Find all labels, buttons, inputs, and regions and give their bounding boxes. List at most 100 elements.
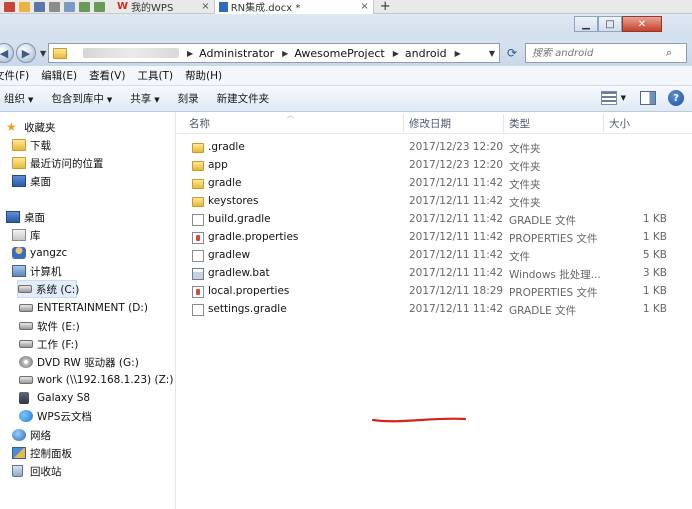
- tab-my-wps[interactable]: W 我的WPS ×: [113, 0, 214, 14]
- maximize-button[interactable]: □: [598, 16, 622, 32]
- file-name: gradlew: [208, 249, 251, 261]
- file-row[interactable]: app 2017/12/23 12:20 文件夹: [177, 157, 692, 175]
- nav-label: yangzc: [30, 247, 68, 259]
- nav-label: 回收站: [30, 465, 62, 478]
- file-row[interactable]: gradlew.bat 2017/12/11 11:42 Windows 批处理..…: [177, 265, 692, 283]
- nav-user[interactable]: yangzc: [12, 245, 67, 261]
- menu-help[interactable]: 帮助(H): [179, 68, 228, 83]
- undo-icon[interactable]: [79, 1, 90, 12]
- menu-file[interactable]: 文件(F): [0, 68, 35, 83]
- column-divider[interactable]: [403, 114, 404, 132]
- app-icon[interactable]: [4, 1, 15, 12]
- menu-view[interactable]: 查看(V): [83, 68, 131, 83]
- file-type: GRADLE 文件: [509, 305, 577, 317]
- menu-edit[interactable]: 编辑(E): [35, 68, 83, 83]
- file-row[interactable]: build.gradle 2017/12/11 11:42 GRADLE 文件 1 K…: [177, 211, 692, 229]
- nav-drive-d[interactable]: ENTERTAINMENT (D:): [19, 300, 148, 316]
- file-row[interactable]: gradle 2017/12/11 11:42 文件夹: [177, 175, 692, 193]
- address-bar[interactable]: ▶ Administrator ▶ AwesomeProject ▶ andro…: [48, 43, 500, 63]
- refresh-button[interactable]: ⟳: [503, 44, 521, 62]
- file-size: 1 KB: [642, 231, 667, 243]
- nav-recycle-bin[interactable]: 回收站: [12, 463, 62, 479]
- nav-recent-places[interactable]: 最近访问的位置: [12, 155, 104, 171]
- breadcrumb-item[interactable]: android: [405, 47, 447, 60]
- drive-icon: [18, 285, 32, 293]
- nav-label: 库: [30, 229, 41, 242]
- folder-icon: [53, 47, 67, 59]
- nav-libraries[interactable]: 库: [12, 227, 41, 243]
- search-input[interactable]: [526, 47, 666, 59]
- view-dropdown-icon[interactable]: ▼: [621, 94, 626, 102]
- file-row[interactable]: settings.gradle 2017/12/11 11:42 GRADLE 文件…: [177, 301, 692, 319]
- nav-computer[interactable]: 计算机: [12, 263, 62, 279]
- nav-favorites[interactable]: ★ 收藏夹: [6, 119, 56, 135]
- nav-drive-f[interactable]: 工作 (F:): [19, 336, 78, 352]
- chevron-right-icon[interactable]: ▶: [282, 49, 288, 58]
- breadcrumb-item[interactable]: Administrator: [199, 47, 274, 60]
- file-date: 2017/12/11 11:42: [409, 303, 504, 315]
- close-tab-icon[interactable]: ×: [360, 1, 368, 12]
- column-divider[interactable]: [603, 114, 604, 132]
- print-icon[interactable]: [49, 1, 60, 12]
- column-divider[interactable]: [503, 114, 504, 132]
- include-library-button[interactable]: 包含到库中 ▼: [51, 91, 112, 106]
- file-row[interactable]: local.properties 2017/12/11 18:29 PROPERTI…: [177, 283, 692, 301]
- minimize-button[interactable]: ▁: [574, 16, 598, 32]
- file-row[interactable]: gradle.properties 2017/12/11 11:42 PROPERT…: [177, 229, 692, 247]
- save-icon[interactable]: [34, 1, 45, 12]
- folder-open-icon[interactable]: [19, 1, 30, 12]
- column-header-size[interactable]: 大小: [609, 116, 630, 131]
- file-row[interactable]: gradlew 2017/12/11 11:42 文件 5 KB: [177, 247, 692, 265]
- nav-drive-g[interactable]: DVD RW 驱动器 (G:): [19, 354, 139, 370]
- nav-label: 工作 (F:): [37, 338, 79, 351]
- file-row[interactable]: keystores 2017/12/11 11:42 文件夹: [177, 193, 692, 211]
- file-row[interactable]: .gradle 2017/12/23 12:20 文件夹: [177, 139, 692, 157]
- close-tab-icon[interactable]: ×: [201, 1, 209, 12]
- nav-drive-c[interactable]: 系统 (C:): [17, 280, 80, 298]
- nav-wps-cloud[interactable]: WPS云文档: [19, 408, 92, 424]
- column-header-name[interactable]: 名称: [189, 116, 210, 131]
- nav-drive-z[interactable]: work (\\192.168.1.23) (Z:): [19, 372, 173, 388]
- computer-icon: [12, 265, 26, 277]
- breadcrumb: ▶ Administrator ▶ AwesomeProject ▶ andro…: [179, 47, 467, 60]
- new-tab-button[interactable]: +: [380, 0, 391, 14]
- downloads-folder-icon: [12, 139, 26, 151]
- help-icon[interactable]: ?: [668, 90, 684, 106]
- chevron-right-icon[interactable]: ▶: [393, 49, 399, 58]
- recent-pages-dropdown[interactable]: ▼: [40, 49, 46, 58]
- nav-label: 控制面板: [30, 447, 72, 460]
- nav-galaxy-s8[interactable]: Galaxy S8: [19, 390, 90, 406]
- column-header-date[interactable]: 修改日期: [409, 116, 451, 131]
- nav-drive-e[interactable]: 软件 (E:): [19, 318, 80, 334]
- breadcrumb-item[interactable]: AwesomeProject: [294, 47, 384, 60]
- redo-icon[interactable]: [94, 1, 105, 12]
- nav-label: 计算机: [30, 265, 62, 278]
- tab-rn-docx[interactable]: RN集成.docx * ×: [213, 0, 374, 14]
- nav-downloads[interactable]: 下载: [12, 137, 51, 153]
- nav-desktop-favorite[interactable]: 桌面: [12, 173, 51, 189]
- change-view-icon[interactable]: [600, 91, 617, 105]
- preview-pane-icon[interactable]: [640, 91, 656, 105]
- organize-button[interactable]: 组织 ▼: [4, 91, 33, 106]
- column-header-type[interactable]: 类型: [509, 116, 530, 131]
- nav-network[interactable]: 网络: [12, 427, 51, 443]
- nav-label: 系统 (C:): [36, 283, 80, 296]
- chevron-right-icon[interactable]: ▶: [187, 49, 193, 58]
- menu-tools[interactable]: 工具(T): [131, 68, 179, 83]
- address-dropdown-icon[interactable]: ▼: [489, 49, 495, 58]
- search-icon[interactable]: ⌕: [666, 46, 672, 60]
- nav-desktop[interactable]: 桌面: [6, 209, 45, 225]
- nav-control-panel[interactable]: 控制面板: [12, 445, 72, 461]
- print-preview-icon[interactable]: [64, 1, 75, 12]
- new-folder-button[interactable]: 新建文件夹: [217, 91, 270, 106]
- dvd-drive-icon: [19, 356, 33, 368]
- back-button[interactable]: ◀: [0, 43, 14, 63]
- close-button[interactable]: ✕: [622, 16, 662, 32]
- chevron-right-icon[interactable]: ▶: [455, 49, 461, 58]
- search-box[interactable]: ⌕: [525, 43, 687, 63]
- forward-button[interactable]: ▶: [16, 43, 36, 63]
- burn-button[interactable]: 刻录: [178, 91, 199, 106]
- file-date: 2017/12/11 11:42: [409, 195, 504, 207]
- navigation-pane: ★ 收藏夹 下载 最近访问的位置 桌面 桌面 库 yangzc 计算机 系统 (C…: [0, 112, 176, 509]
- share-button[interactable]: 共享 ▼: [130, 91, 159, 106]
